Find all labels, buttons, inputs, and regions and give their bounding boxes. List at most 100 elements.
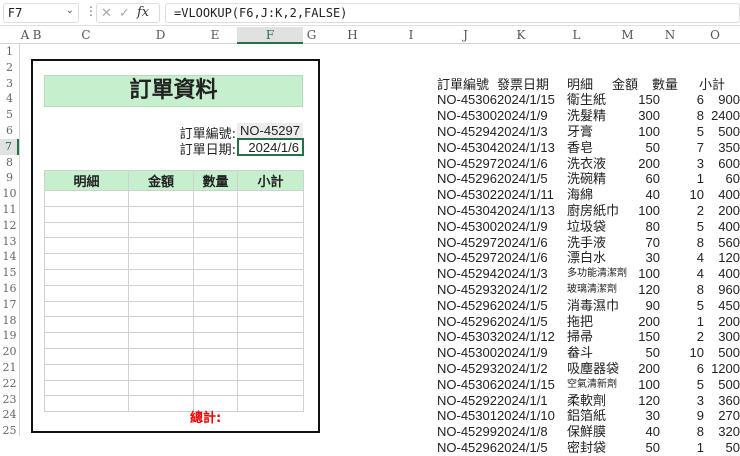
formula-input[interactable]: =VLOOKUP(F6,J:K,2,FALSE): [165, 3, 740, 23]
data-cell[interactable]: 牙膏: [567, 124, 593, 140]
order-item-cell[interactable]: [193, 268, 238, 286]
data-cell[interactable]: 2024/1/6: [497, 250, 548, 266]
order-item-cell[interactable]: [128, 268, 194, 286]
data-cell[interactable]: 350: [718, 140, 740, 156]
order-item-cell[interactable]: [193, 379, 238, 397]
data-cell[interactable]: NO-45293: [437, 361, 497, 377]
data-cell[interactable]: 掃帚: [567, 329, 593, 345]
row-header-7[interactable]: 7: [0, 138, 19, 155]
data-cell[interactable]: 5: [697, 298, 704, 314]
row-header-8[interactable]: 8: [0, 155, 19, 171]
data-cell[interactable]: 120: [718, 250, 740, 266]
data-cell[interactable]: 40: [646, 187, 660, 203]
data-cell[interactable]: 8: [697, 108, 704, 124]
order-item-cell[interactable]: [193, 190, 238, 207]
order-item-cell[interactable]: [237, 284, 304, 302]
order-item-cell[interactable]: [193, 253, 238, 270]
data-cell[interactable]: 120: [638, 282, 660, 298]
data-cell[interactable]: 2024/1/11: [497, 187, 554, 203]
data-cell[interactable]: 保鮮膜: [567, 424, 606, 440]
data-cell[interactable]: 2024/1/15: [497, 92, 555, 108]
data-cell[interactable]: 香皂: [567, 140, 593, 156]
data-cell[interactable]: 400: [718, 266, 740, 282]
order-item-cell[interactable]: [237, 268, 304, 286]
data-cell[interactable]: 2024/1/2: [497, 361, 548, 377]
data-cell[interactable]: 8: [697, 282, 704, 298]
order-item-cell[interactable]: [193, 363, 238, 381]
row-header-12[interactable]: 12: [0, 218, 19, 234]
data-cell[interactable]: 洗髮精: [567, 108, 606, 124]
row-header-9[interactable]: 9: [0, 170, 19, 186]
data-cell[interactable]: 衛生紙: [567, 92, 606, 108]
column-header-O[interactable]: O: [690, 27, 740, 44]
order-item-cell[interactable]: [128, 300, 194, 318]
row-header-10[interactable]: 10: [0, 186, 19, 202]
data-cell[interactable]: 40: [646, 424, 660, 440]
data-cell[interactable]: NO-45296: [437, 314, 497, 330]
data-cell[interactable]: 2024/1/2: [497, 282, 548, 298]
data-cell[interactable]: NO-45297: [437, 156, 497, 172]
data-cell[interactable]: NO-45300: [437, 108, 497, 124]
order-item-cell[interactable]: [128, 363, 194, 381]
order-item-cell[interactable]: [128, 190, 194, 207]
data-cell[interactable]: 9: [697, 408, 704, 424]
row-header-16[interactable]: 16: [0, 281, 19, 297]
data-cell[interactable]: NO-45300: [437, 219, 497, 235]
column-header-A[interactable]: A: [20, 27, 30, 44]
row-header-11[interactable]: 11: [0, 202, 19, 218]
order-item-cell[interactable]: [44, 253, 129, 270]
data-cell[interactable]: 2024/1/5: [497, 314, 548, 330]
data-cell[interactable]: NO-45306: [437, 377, 497, 393]
data-cell[interactable]: 2024/1/1: [497, 393, 548, 409]
data-cell[interactable]: 鋁箔紙: [567, 408, 606, 424]
data-header-cell[interactable]: 數量: [652, 77, 678, 93]
order-item-cell[interactable]: [44, 316, 129, 334]
row-header-13[interactable]: 13: [0, 234, 19, 250]
column-header-J[interactable]: J: [437, 27, 494, 44]
order-item-cell[interactable]: [237, 253, 304, 270]
data-cell[interactable]: NO-45294: [437, 124, 497, 140]
data-cell[interactable]: 560: [718, 235, 740, 251]
data-cell[interactable]: 2024/1/9: [497, 345, 548, 361]
row-header-6[interactable]: 6: [0, 123, 19, 139]
column-header-K[interactable]: K: [494, 27, 548, 44]
data-cell[interactable]: 50: [646, 345, 660, 361]
data-cell[interactable]: 2024/1/12: [497, 329, 555, 345]
column-header-E[interactable]: E: [193, 27, 237, 44]
data-cell[interactable]: 50: [646, 140, 660, 156]
row-header-17[interactable]: 17: [0, 297, 19, 313]
data-cell[interactable]: NO-45302: [437, 187, 497, 203]
data-cell[interactable]: 2024/1/8: [497, 424, 548, 440]
data-cell[interactable]: 2024/1/15: [497, 377, 555, 393]
data-cell[interactable]: 8: [697, 235, 704, 251]
data-cell[interactable]: 2024/1/3: [497, 124, 548, 140]
data-header-cell[interactable]: 明細: [567, 77, 593, 93]
order-item-cell[interactable]: [128, 379, 194, 397]
order-item-cell[interactable]: [44, 205, 129, 223]
data-cell[interactable]: 玻璃清潔劑: [567, 282, 617, 298]
data-cell[interactable]: 150: [638, 329, 660, 345]
data-cell[interactable]: NO-45293: [437, 282, 497, 298]
order-item-cell[interactable]: [128, 253, 194, 270]
data-cell[interactable]: 1: [697, 171, 704, 187]
order-item-cell[interactable]: [128, 395, 194, 413]
row-header-5[interactable]: 5: [0, 107, 19, 123]
chevron-down-icon[interactable]: ⌄: [66, 5, 74, 16]
column-header-D[interactable]: D: [128, 27, 193, 44]
data-header-cell[interactable]: 金額: [612, 77, 638, 93]
data-cell[interactable]: 垃圾袋: [567, 219, 606, 235]
data-cell[interactable]: 8: [697, 424, 704, 440]
order-item-cell[interactable]: [128, 284, 194, 302]
data-cell[interactable]: 4: [697, 250, 704, 266]
data-cell[interactable]: 5: [697, 219, 704, 235]
data-cell[interactable]: 6: [697, 92, 704, 108]
column-header-H[interactable]: H: [320, 27, 385, 44]
order-item-cell[interactable]: [237, 300, 304, 318]
data-cell[interactable]: 2024/1/10: [497, 408, 555, 424]
order-item-cell[interactable]: [44, 190, 129, 207]
data-cell[interactable]: 洗衣液: [567, 156, 606, 172]
data-cell[interactable]: 200: [718, 314, 740, 330]
data-cell[interactable]: 漂白水: [567, 250, 606, 266]
data-cell[interactable]: 2024/1/9: [497, 108, 548, 124]
data-cell[interactable]: 50: [726, 440, 740, 456]
